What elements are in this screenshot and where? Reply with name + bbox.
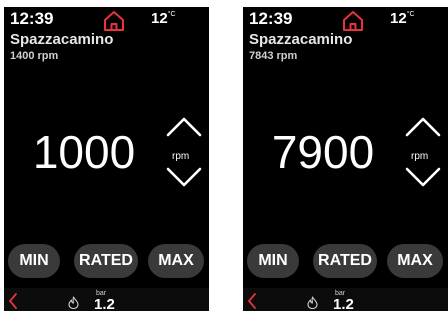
flame-icon [68,296,79,309]
pressure-value: 1.2 [333,296,354,311]
rpm-setpoint: 1000 [32,126,136,178]
rpm-unit: rpm [411,151,429,162]
program-name: Spazzacamino [10,31,114,48]
min-button[interactable]: MIN [247,244,299,278]
clock: 12:39 [10,9,54,28]
chevron-up-icon[interactable] [164,114,204,140]
temperature-value: 12 [151,10,168,27]
max-button[interactable]: MAX [387,244,443,278]
temperature-unit: °C [167,11,176,18]
rated-button[interactable]: RATED [313,244,377,278]
rpm-setpoint: 7900 [271,126,375,178]
chevron-up-icon[interactable] [403,114,443,140]
back-arrow-icon[interactable] [247,293,257,309]
bottom-bar: bar 1.2 [243,288,448,311]
home-icon[interactable] [102,10,126,32]
back-arrow-icon[interactable] [8,293,18,309]
temperature-unit: °C [406,11,415,18]
pressure-value: 1.2 [94,296,115,311]
rpm-unit: rpm [172,151,190,162]
device-screen-left: 12:39 12°C Spazzacamino 1400 rpm 1000 rp… [4,7,209,311]
flame-icon [307,296,318,309]
temperature-value: 12 [390,10,407,27]
min-button[interactable]: MIN [8,244,60,278]
chevron-down-icon[interactable] [164,164,204,190]
current-rpm: 1400 rpm [10,50,59,62]
bottom-bar: bar 1.2 [4,288,209,311]
clock: 12:39 [249,9,293,28]
temperature-readout: 12°C [390,10,415,27]
home-icon[interactable] [341,10,365,32]
program-name: Spazzacamino [249,31,353,48]
chevron-down-icon[interactable] [403,164,443,190]
device-screen-right: 12:39 12°C Spazzacamino 7843 rpm 7900 rp… [243,7,448,311]
current-rpm: 7843 rpm [249,50,298,62]
max-button[interactable]: MAX [148,244,204,278]
rated-button[interactable]: RATED [74,244,138,278]
temperature-readout: 12°C [151,10,176,27]
